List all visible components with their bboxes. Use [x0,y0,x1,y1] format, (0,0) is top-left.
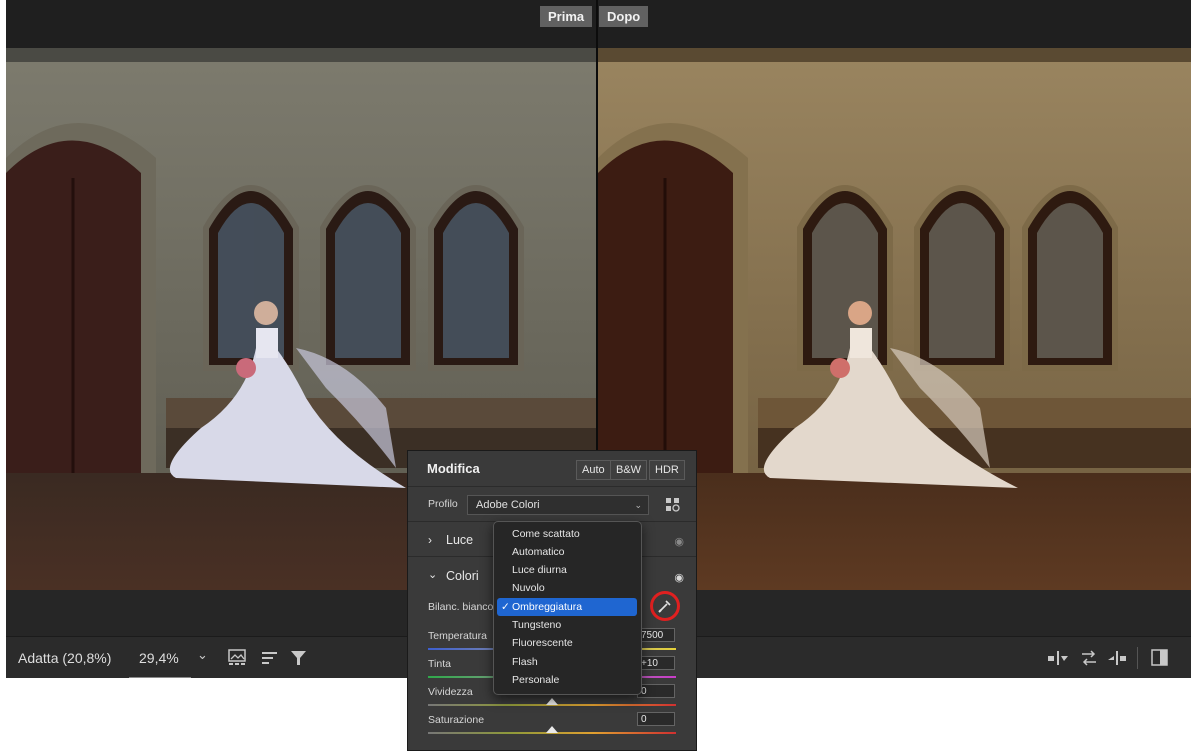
tint-label: Tinta [428,658,451,670]
sort-photos-icon[interactable] [228,649,250,667]
after-label[interactable]: Dopo [599,6,649,27]
menu-item-automatico[interactable]: Automatico [497,543,637,561]
chevron-down-icon: ⌄ [634,500,642,510]
menu-item-flash[interactable]: Flash [497,653,637,671]
zoom-underline [129,677,191,678]
bw-button[interactable]: B&W [610,460,648,480]
compare-toolbar: Prima Dopo [6,0,1191,48]
vibrance-value[interactable]: 0 [637,684,675,698]
before-label[interactable]: Prima [540,6,593,27]
menu-item-ombreggiatura[interactable]: ✓ Ombreggiatura [497,598,637,616]
saturation-value[interactable]: 0 [637,712,675,726]
light-section-title[interactable]: Luce [446,533,473,547]
light-visibility-eye-icon[interactable]: ◉ [674,535,684,548]
copy-settings-icon[interactable] [1107,650,1127,666]
colors-section-chevron-icon[interactable]: ⌄ [428,568,437,581]
split-view-icon[interactable] [1151,649,1169,667]
profile-browser-icon[interactable] [665,497,681,513]
auto-button[interactable]: Auto [576,460,611,480]
zoom-chevron-icon[interactable]: ⌄ [197,647,208,663]
tint-value[interactable]: +10 [637,656,675,670]
fit-zoom-option[interactable]: Adatta (20,8%) [18,650,111,666]
saturation-label: Saturazione [428,714,485,726]
colors-visibility-eye-icon[interactable]: ◉ [674,571,684,584]
compare-side-by-side-icon[interactable] [1047,650,1069,666]
saturation-slider-thumb[interactable] [546,726,558,733]
vibrance-slider-thumb[interactable] [546,698,558,705]
swap-icon[interactable] [1080,650,1098,666]
toolbar-separator [1137,647,1138,669]
menu-item-fluorescente[interactable]: Fluorescente [497,634,637,652]
filter-icon[interactable] [290,649,308,667]
temperature-label: Temperatura [428,630,487,642]
zoom-value[interactable]: 29,4% [139,650,179,666]
vibrance-label: Vividezza [428,686,473,698]
light-section-chevron-icon[interactable]: › [428,533,432,547]
profile-select[interactable]: Adobe Colori ⌄ [467,495,649,515]
check-icon: ✓ [501,601,510,613]
divider [408,486,696,487]
white-balance-label: Bilanc. bianco [428,601,494,613]
white-balance-menu: Come scattato Automatico Luce diurna Nuv… [493,521,642,695]
panel-title: Modifica [427,461,480,476]
hdr-button[interactable]: HDR [649,460,685,480]
eyedropper-icon[interactable] [657,598,673,614]
menu-item-personale[interactable]: Personale [497,671,637,689]
colors-section-title[interactable]: Colori [446,569,479,583]
temperature-value[interactable]: 7500 [637,628,675,642]
profile-value: Adobe Colori [476,499,540,511]
menu-item-luce-diurna[interactable]: Luce diurna [497,561,637,579]
profile-label: Profilo [428,498,458,510]
sort-lines-icon[interactable] [261,650,279,666]
menu-item-nuvolo[interactable]: Nuvolo [497,579,637,597]
menu-item-come-scattato[interactable]: Come scattato [497,525,637,543]
menu-item-tungsteno[interactable]: Tungsteno [497,616,637,634]
